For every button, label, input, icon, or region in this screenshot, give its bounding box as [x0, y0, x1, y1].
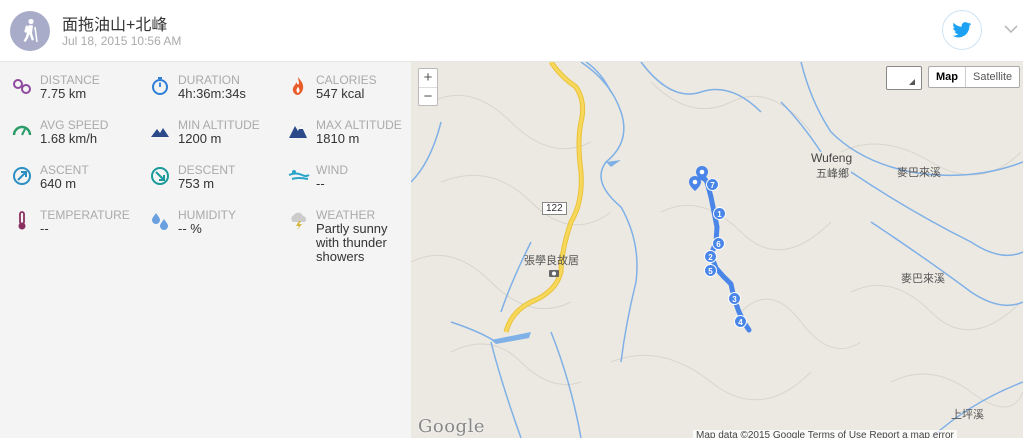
- stat-label: DURATION: [178, 73, 240, 87]
- speedometer-icon: [12, 121, 32, 141]
- route-marker[interactable]: 7: [706, 178, 719, 191]
- stat-value: Partly sunny with thunder showers: [316, 221, 388, 264]
- route-marker[interactable]: 1: [713, 207, 726, 220]
- route-icon: [12, 76, 32, 96]
- map-type-control: Map Satellite: [928, 66, 1021, 88]
- stat-label: CALORIES: [316, 73, 377, 87]
- thunder-cloud-icon: [288, 211, 308, 231]
- map-canvas: [411, 62, 1023, 438]
- stat-value: -- %: [178, 221, 202, 236]
- map-attribution[interactable]: Map data ©2015 Google Terms of Use Repor…: [693, 430, 957, 438]
- stat-label: DISTANCE: [40, 73, 100, 87]
- map-type-map-button[interactable]: Map: [929, 67, 966, 87]
- hiker-icon: [10, 11, 50, 51]
- route-marker[interactable]: 5: [704, 264, 717, 277]
- fullscreen-button[interactable]: [886, 66, 922, 90]
- stat-label: TEMPERATURE: [40, 208, 130, 222]
- start-pin-icon[interactable]: [696, 166, 708, 181]
- flame-icon: [288, 76, 308, 96]
- stat-label: DESCENT: [178, 163, 236, 177]
- activity-datetime: Jul 18, 2015 10:56 AM: [62, 34, 182, 48]
- route-number-label: 122: [542, 202, 567, 215]
- map-type-satellite-button[interactable]: Satellite: [966, 67, 1019, 87]
- place-river-label-2: 麥巴來溪: [901, 273, 945, 285]
- zoom-in-button[interactable]: +: [419, 69, 437, 87]
- thermometer-icon: [12, 211, 32, 231]
- chevron-down-icon[interactable]: [1002, 22, 1020, 36]
- humidity-icon: [150, 211, 170, 231]
- stat-value: 4h:36m:34s: [178, 86, 246, 101]
- route-marker[interactable]: 3: [728, 292, 741, 305]
- stat-label: HUMIDITY: [178, 208, 236, 222]
- place-creek-bottom: 上坪溪: [951, 409, 984, 421]
- stat-value: 753 m: [178, 176, 215, 191]
- wind-icon: [288, 166, 310, 186]
- stat-value: 7.75 km: [40, 86, 87, 101]
- activity-header: 面拖油山+北峰 Jul 18, 2015 10:56 AM: [0, 0, 1023, 62]
- twitter-share-button[interactable]: [942, 10, 982, 50]
- stat-label: WEATHER: [316, 208, 376, 222]
- stopwatch-icon: [150, 76, 170, 96]
- google-logo: Google: [418, 416, 485, 437]
- mountain-high-icon: [288, 121, 308, 141]
- activity-title: 面拖油山+北峰: [62, 17, 168, 34]
- stat-label: MAX ALTITUDE: [316, 118, 402, 132]
- twitter-icon: [952, 22, 972, 38]
- ascent-icon: [12, 166, 32, 186]
- route-marker[interactable]: 6: [712, 237, 725, 250]
- stat-value: 1.68 km/h: [40, 131, 98, 146]
- zoom-control: + −: [418, 68, 438, 106]
- stat-label: ASCENT: [40, 163, 89, 177]
- place-river-label-1: 麥巴來溪: [897, 167, 941, 179]
- stat-value: 547 kcal: [316, 86, 365, 101]
- camera-icon: [549, 270, 559, 277]
- zoom-out-button[interactable]: −: [419, 88, 437, 106]
- stat-label: AVG SPEED: [40, 118, 109, 132]
- route-marker[interactable]: 4: [734, 315, 747, 328]
- route-marker[interactable]: 2: [704, 250, 717, 263]
- stat-value: 640 m: [40, 176, 77, 191]
- route-map[interactable]: + − Map Satellite 122 Wufeng 五峰鄉 麥巴來溪 麥巴…: [411, 62, 1023, 438]
- stat-value: 1810 m: [316, 131, 360, 146]
- stat-value: --: [316, 176, 325, 191]
- stat-value: 1200 m: [178, 131, 222, 146]
- place-wufeng-zh: 五峰鄉: [816, 168, 849, 180]
- stat-label: MIN ALTITUDE: [178, 118, 260, 132]
- stat-value: --: [40, 221, 49, 236]
- place-wufeng-en: Wufeng: [811, 151, 853, 165]
- fullscreen-icon: [909, 79, 915, 85]
- descent-icon: [150, 166, 170, 186]
- mountain-low-icon: [150, 121, 170, 141]
- stat-label: WIND: [316, 163, 348, 177]
- stats-panel: DISTANCE 7.75 km DURATION 4h:36m:34s CALORIE…: [0, 62, 411, 438]
- place-residence: 張學良故居: [524, 255, 579, 267]
